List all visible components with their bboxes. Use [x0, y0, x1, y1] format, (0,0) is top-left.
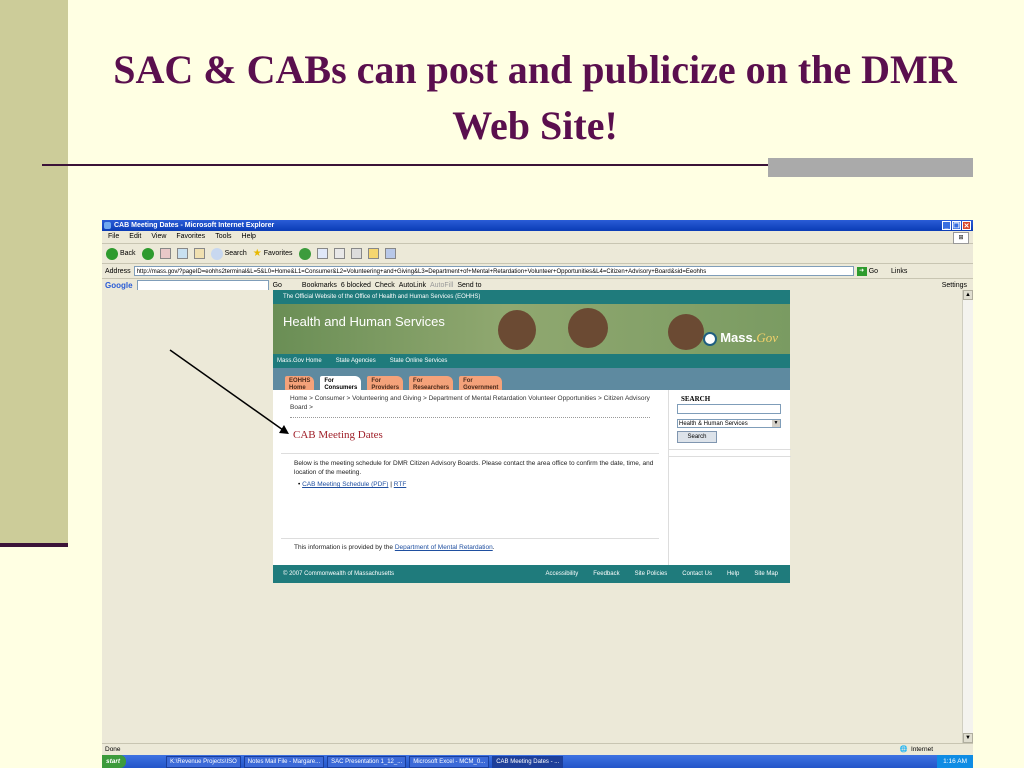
annotation-arrow: [169, 349, 289, 434]
